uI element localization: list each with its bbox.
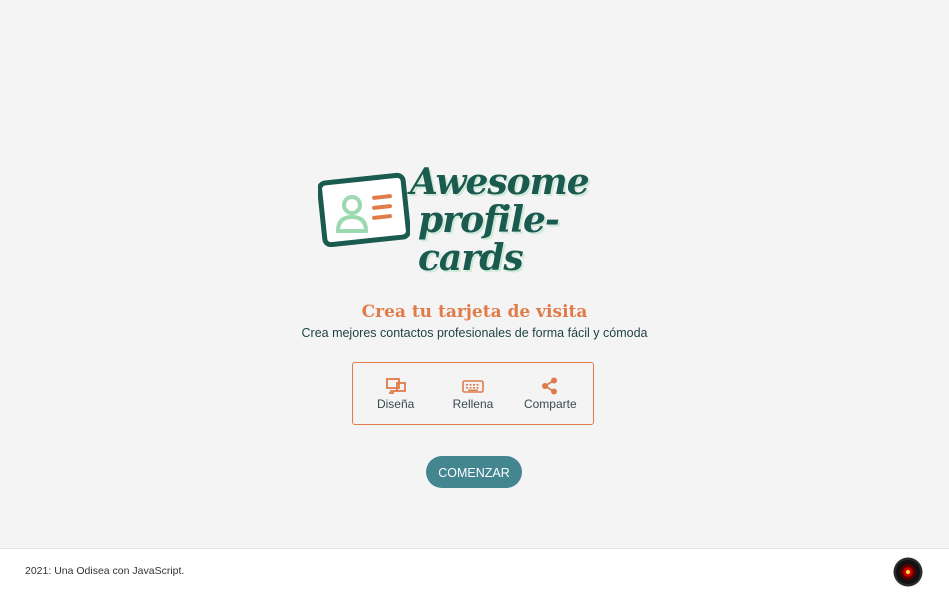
keyboard-icon [462, 379, 484, 393]
hal-eye-icon[interactable] [893, 557, 923, 587]
step-share: Comparte [514, 377, 586, 411]
logo-wordmark: Awesome profile-cards [410, 163, 640, 277]
page-title: Crea tu tarjeta de visita [361, 302, 588, 322]
steps-box: Diseña Rellena Comparte [352, 362, 594, 425]
footer-copyright: 2021: Una Odisea con JavaScript. [25, 565, 185, 577]
logo-line-1: Awesome [410, 161, 590, 203]
app-logo: Awesome profile-cards [318, 163, 638, 277]
step-label: Comparte [523, 396, 577, 411]
share-icon [542, 377, 558, 394]
design-icon [385, 377, 406, 394]
step-label: Rellena [452, 396, 494, 411]
step-fill: Rellena [437, 377, 509, 411]
main-content: Awesome profile-cards Crea tu tarjeta de… [0, 0, 949, 548]
logo-line-2: profile-cards [418, 199, 560, 279]
id-card-icon [318, 172, 410, 247]
start-button[interactable]: COMENZAR [426, 456, 522, 488]
page-subtitle: Crea mejores contactos profesionales de … [301, 326, 648, 340]
step-design: Diseña [360, 377, 432, 411]
footer: 2021: Una Odisea con JavaScript. [0, 548, 949, 594]
step-label: Diseña [376, 396, 415, 411]
